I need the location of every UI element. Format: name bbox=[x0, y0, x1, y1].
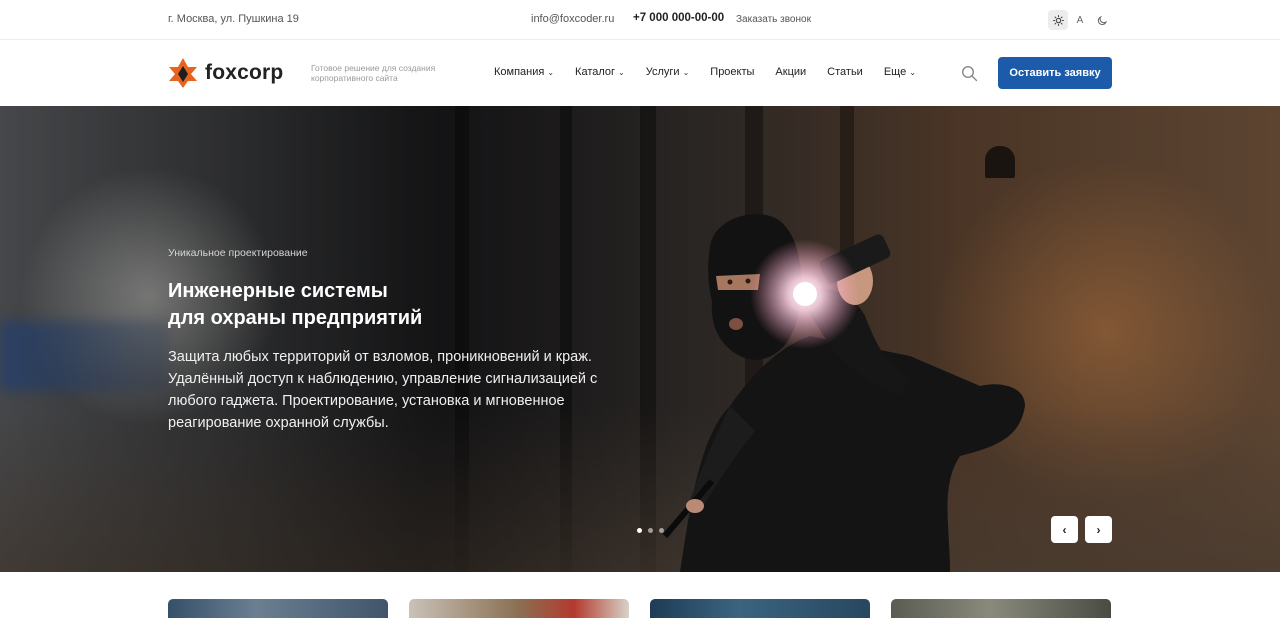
nav-item-services[interactable]: Услуги ⌄ bbox=[646, 66, 690, 78]
slider-dots bbox=[637, 528, 670, 533]
nav-item-catalog[interactable]: Каталог ⌄ bbox=[575, 66, 625, 78]
logo-text: foxcorp bbox=[205, 61, 284, 84]
main-nav: Компания ⌄ Каталог ⌄ Услуги ⌄ Проекты Акции… bbox=[494, 66, 937, 78]
slider-prev-button[interactable]: ‹ bbox=[1051, 516, 1078, 543]
submit-request-button[interactable]: Оставить заявку bbox=[998, 57, 1112, 89]
email-link[interactable]: info@foxcoder.ru bbox=[531, 13, 614, 25]
top-bar: г. Москва, ул. Пушкина 19 info@foxcoder.… bbox=[0, 0, 1280, 40]
address: г. Москва, ул. Пушкина 19 bbox=[168, 13, 299, 25]
tagline: Готовое решение для создания корпоративн… bbox=[311, 63, 436, 83]
hero-slider: Уникальное проектирование Инженерные сис… bbox=[0, 106, 1280, 572]
card-image-2[interactable] bbox=[409, 599, 629, 618]
hero-description: Защита любых территорий от взломов, прон… bbox=[168, 349, 598, 431]
fox-logo-icon bbox=[169, 58, 197, 88]
nav-item-company[interactable]: Компания ⌄ bbox=[494, 66, 554, 78]
nav-item-projects[interactable]: Проекты bbox=[710, 66, 754, 78]
slider-dot-2[interactable] bbox=[648, 528, 653, 533]
sun-icon[interactable] bbox=[1048, 10, 1068, 30]
card-image-1[interactable] bbox=[168, 599, 388, 618]
nav-item-articles[interactable]: Статьи bbox=[827, 66, 863, 78]
chevron-down-icon: ⌄ bbox=[618, 67, 625, 77]
burglar-image bbox=[662, 214, 1025, 572]
nav-item-more[interactable]: Еще ⌄ bbox=[884, 66, 916, 78]
chevron-down-icon: ⌄ bbox=[682, 67, 690, 77]
chevron-right-icon: › bbox=[1096, 522, 1101, 537]
slider-dot-1[interactable] bbox=[637, 528, 642, 533]
logo[interactable]: foxcorp bbox=[168, 57, 283, 89]
card-image-3[interactable] bbox=[650, 599, 870, 618]
card-image-4[interactable] bbox=[891, 599, 1111, 618]
chevron-down-icon: ⌄ bbox=[909, 67, 916, 77]
moon-icon[interactable] bbox=[1092, 10, 1112, 30]
slider-dot-3[interactable] bbox=[659, 528, 664, 533]
hero-title-line1: Инженерные системы bbox=[168, 280, 388, 302]
nav-item-promotions[interactable]: Акции bbox=[775, 66, 806, 78]
hero-kicker: Уникальное проектирование bbox=[168, 247, 308, 259]
chevron-left-icon: ‹ bbox=[1062, 522, 1067, 537]
hero-title: Инженерные системы для охраны предприяти… bbox=[168, 278, 528, 332]
callback-link[interactable]: Заказать звонок bbox=[736, 14, 811, 25]
hero-title-line2: для охраны предприятий bbox=[168, 307, 423, 329]
phone-link[interactable]: +7 000 000-00-00 bbox=[633, 12, 724, 24]
site-header: foxcorp Готовое решение для создания кор… bbox=[0, 41, 1280, 106]
search-icon[interactable] bbox=[961, 65, 978, 82]
slider-next-button[interactable]: › bbox=[1085, 516, 1112, 543]
a-icon[interactable]: A bbox=[1070, 10, 1090, 30]
chevron-down-icon: ⌄ bbox=[547, 67, 555, 77]
